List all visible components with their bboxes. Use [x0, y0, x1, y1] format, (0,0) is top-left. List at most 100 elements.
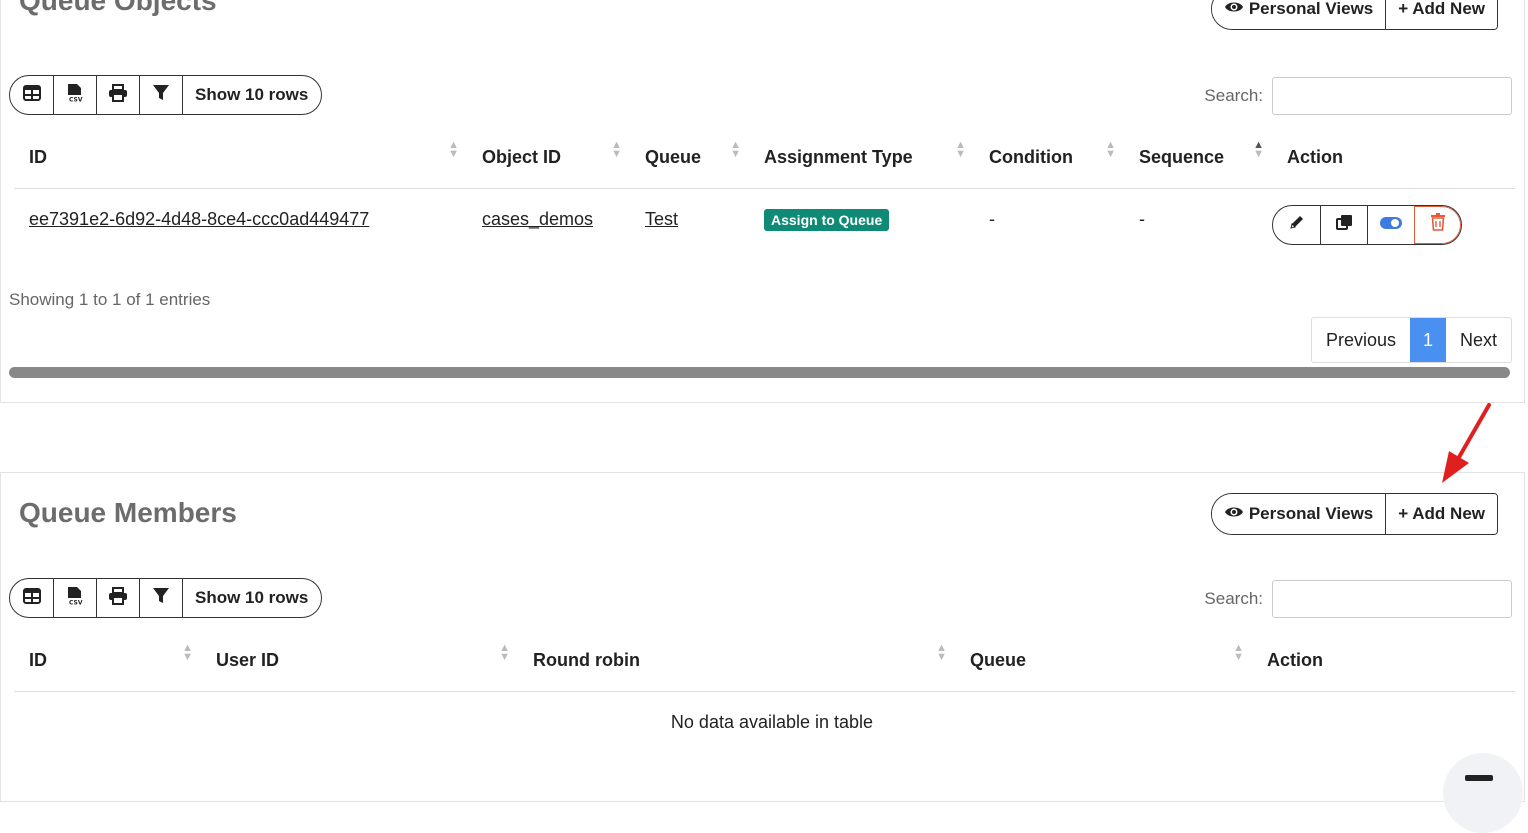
- search-label: Search:: [1204, 86, 1263, 105]
- sort-icon: ▲ ▼: [730, 139, 741, 160]
- empty-table-message: No data available in table: [670, 712, 874, 733]
- eye-icon: [1224, 0, 1244, 19]
- horizontal-scrollbar[interactable]: [9, 367, 1510, 378]
- column-header-round-robin[interactable]: Round robin ▲ ▼: [518, 631, 955, 692]
- search-input[interactable]: [1272, 77, 1512, 115]
- previous-page-button[interactable]: Previous: [1312, 318, 1410, 362]
- search-label: Search:: [1204, 589, 1263, 608]
- filter-button[interactable]: [139, 579, 182, 617]
- column-header-user-id[interactable]: User ID ▲ ▼: [201, 631, 518, 692]
- assignment-type-badge: Assign to Queue: [764, 208, 890, 231]
- svg-text:CSV: CSV: [69, 96, 83, 103]
- column-header-assignment-type[interactable]: Assignment Type ▲ ▼: [749, 128, 974, 189]
- column-header-id[interactable]: ID ▲ ▼: [14, 128, 467, 189]
- table-info: Showing 1 to 1 of 1 entries: [9, 290, 211, 309]
- table-toolbar: CSV Show 10 rows: [9, 578, 323, 618]
- sort-icon: ▲ ▼: [1105, 139, 1116, 160]
- add-new-button[interactable]: + Add New: [1385, 0, 1497, 29]
- page-1-button[interactable]: 1: [1409, 318, 1446, 362]
- column-header-id[interactable]: ID ▲ ▼: [14, 631, 201, 692]
- cell-sequence: -: [1139, 209, 1145, 230]
- queue-objects-table: ID ▲ ▼ Object ID ▲ ▼ Queue ▲ ▼ Assignment Type…: [14, 128, 1515, 251]
- filter-button[interactable]: [139, 76, 182, 114]
- table-header-row: ID ▲ ▼ Object ID ▲ ▼ Queue ▲ ▼ Assignment Type…: [14, 128, 1515, 189]
- search-box: Search:: [1204, 580, 1512, 618]
- column-header-condition[interactable]: Condition ▲ ▼: [974, 128, 1124, 189]
- csv-file-icon: CSV: [66, 586, 84, 611]
- pagination: Previous 1 Next: [1310, 317, 1512, 363]
- sort-icon: ▲ ▼: [182, 642, 193, 663]
- print-button[interactable]: [96, 579, 139, 617]
- sort-icon: ▲ ▼: [936, 642, 947, 663]
- pencil-icon: [1289, 214, 1305, 235]
- column-header-sequence[interactable]: Sequence ▲ ▼: [1124, 128, 1272, 189]
- sort-icon: ▲ ▼: [499, 642, 510, 663]
- show-rows-button[interactable]: Show 10 rows: [182, 76, 321, 114]
- show-rows-button[interactable]: Show 10 rows: [182, 579, 321, 617]
- row-action-buttons: [1272, 204, 1462, 245]
- sort-icon: ▲ ▼: [1253, 139, 1264, 160]
- column-header-action: Action: [1272, 128, 1515, 189]
- column-header-object-id[interactable]: Object ID ▲ ▼: [467, 128, 630, 189]
- cell-assignment-type: Assign to Queue: [749, 188, 974, 251]
- table-view-button[interactable]: [10, 579, 53, 617]
- table-toolbar: CSV Show 10 rows: [9, 75, 323, 115]
- personal-views-button[interactable]: Personal Views: [1211, 494, 1386, 534]
- table-icon: [22, 84, 41, 106]
- delete-button[interactable]: [1414, 205, 1461, 244]
- cell-id: ee7391e2-6d92-4d48-8ce4-ccc0ad449477: [14, 188, 467, 251]
- filter-icon: [152, 587, 170, 610]
- queue-members-card: Queue Members Personal Views + Add New C…: [0, 472, 1525, 802]
- table-header-row: ID ▲ ▼ User ID ▲ ▼ Round robin ▲ ▼ Queue ▲ ▼ Act…: [14, 631, 1515, 692]
- trash-icon: [1430, 213, 1446, 236]
- search-box: Search:: [1204, 77, 1512, 115]
- column-header-queue[interactable]: Queue ▲ ▼: [630, 128, 749, 189]
- column-header-queue[interactable]: Queue ▲ ▼: [955, 631, 1252, 692]
- personal-views-label: Personal Views: [1248, 0, 1374, 18]
- cell-queue: Test: [630, 188, 749, 251]
- sort-icon: ▲ ▼: [611, 139, 622, 160]
- printer-icon: [108, 586, 128, 610]
- chat-widget-button[interactable]: [1443, 753, 1523, 833]
- cell-object-id: cases_demos: [467, 188, 630, 251]
- toggle-button[interactable]: [1367, 205, 1414, 244]
- queue-members-title: Queue Members: [19, 497, 237, 528]
- table-view-button[interactable]: [10, 76, 53, 114]
- csv-file-icon: CSV: [66, 83, 84, 108]
- add-new-button[interactable]: + Add New: [1385, 494, 1497, 534]
- queue-objects-card: Queue Objects Personal Views + Add New C…: [0, 0, 1525, 403]
- print-button[interactable]: [96, 76, 139, 114]
- red-arrow-annotation: [1436, 403, 1496, 493]
- csv-export-button[interactable]: CSV: [53, 579, 96, 617]
- chat-icon: [1465, 775, 1493, 781]
- printer-icon: [108, 83, 128, 107]
- filter-icon: [152, 84, 170, 107]
- duplicate-button[interactable]: [1320, 205, 1367, 244]
- cell-action: [1272, 188, 1515, 251]
- csv-export-button[interactable]: CSV: [53, 76, 96, 114]
- toggle-on-icon: [1380, 214, 1402, 235]
- svg-text:CSV: CSV: [69, 599, 83, 606]
- copy-icon: [1335, 214, 1353, 236]
- queue-members-table: ID ▲ ▼ User ID ▲ ▼ Round robin ▲ ▼ Queue ▲ ▼ Act…: [14, 631, 1515, 754]
- cell-condition: -: [989, 209, 995, 230]
- table-icon: [22, 587, 41, 609]
- table-row: ee7391e2-6d92-4d48-8ce4-ccc0ad449477 cas…: [14, 188, 1515, 251]
- sort-icon: ▲ ▼: [448, 139, 459, 160]
- personal-views-button[interactable]: Personal Views: [1211, 0, 1386, 29]
- queue-members-header-buttons: Personal Views + Add New: [1210, 493, 1498, 535]
- object-id-link[interactable]: cases_demos: [482, 209, 593, 229]
- queue-link[interactable]: Test: [645, 209, 678, 229]
- personal-views-label: Personal Views: [1248, 504, 1374, 523]
- queue-objects-title: Queue Objects: [19, 0, 217, 16]
- edit-button[interactable]: [1273, 206, 1320, 244]
- next-page-button[interactable]: Next: [1446, 318, 1511, 362]
- queue-objects-header-buttons: Personal Views + Add New: [1210, 0, 1498, 30]
- id-link[interactable]: ee7391e2-6d92-4d48-8ce4-ccc0ad449477: [29, 209, 369, 229]
- column-header-action: Action: [1252, 631, 1515, 692]
- table-row: No data available in table: [14, 691, 1515, 754]
- eye-icon: [1224, 504, 1244, 524]
- sort-icon: ▲ ▼: [955, 139, 966, 160]
- sort-icon: ▲ ▼: [1233, 642, 1244, 663]
- search-input[interactable]: [1272, 580, 1512, 618]
